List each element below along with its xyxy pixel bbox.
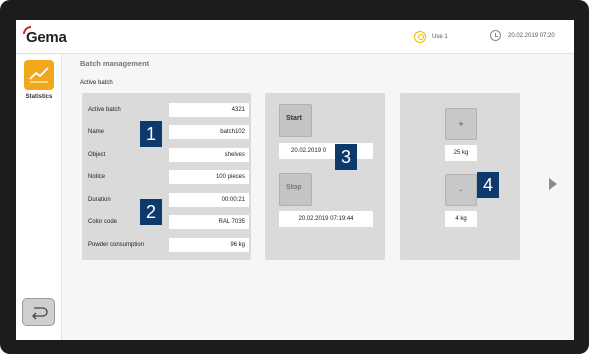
increase-button[interactable]: + [445,108,477,140]
duration-field: 00:00:21 [169,193,249,207]
logo-text: Gema [26,29,67,46]
user-indicator[interactable]: Use 1 [414,30,448,44]
object-field[interactable]: shelves [169,148,249,162]
row-label: Active batch [88,107,121,113]
back-button[interactable] [22,298,55,326]
quantity-panel: + 25 kg - 4 kg [400,93,520,260]
next-page-arrow-icon[interactable] [549,178,557,190]
callout-marker-2: 2 [140,199,162,225]
user-icon [414,31,426,43]
statistics-chart-icon [29,67,49,83]
stop-time-field: 20.02.2019 07:19:44 [279,211,373,227]
row-label: Object [88,152,106,158]
start-label: Start [286,115,302,122]
statistics-button[interactable] [24,60,54,90]
callout-marker-4: 4 [477,172,499,198]
start-button[interactable]: Start [279,104,312,137]
decrease-button[interactable]: - [445,174,477,206]
section-subtitle: Active batch [80,80,113,86]
user-label: Use 1 [432,34,448,40]
start-time-field: 20.02.2019 0 [279,143,373,159]
batch-row[interactable]: Name batch102 [88,125,249,139]
row-label: Color code [88,219,118,225]
notice-field[interactable]: 100 pieces [169,170,249,184]
upper-value-field: 25 kg [445,145,477,161]
lower-value-field: 4 kg [445,211,477,227]
callout-marker-3: 3 [335,144,357,170]
row-label: Duration [88,197,111,203]
row-label: Powder consumption [88,242,145,248]
gema-logo: Gema [23,26,67,46]
stop-label: Stop [286,184,302,191]
row-label: Name [88,129,105,135]
start-stop-panel: Start 20.02.2019 0 Stop 20.02.2019 07:19… [265,93,385,260]
hmi-screen: Gema Use 1 20.02.2019 07:20 Statistics B… [16,20,574,340]
statistics-label: Statistics [25,94,53,100]
datetime-display: 20.02.2019 07:20 [490,30,555,41]
row-value: 4321 [169,103,249,117]
powder-consumption-field: 96 kg [169,238,249,252]
clock-icon [490,30,501,41]
row-label: Notice [88,174,106,180]
name-field[interactable]: batch102 [169,125,249,139]
stop-button[interactable]: Stop [279,173,312,206]
batch-row: Active batch 4321 [88,103,249,117]
sidebar: Statistics [16,55,62,340]
batch-row[interactable]: Color code RAL 7035 [88,215,249,229]
return-icon [32,307,48,320]
batch-row[interactable]: Notice 100 pieces [88,170,249,184]
batch-info-panel: Active batch 4321 Name batch102 Object s… [82,93,251,260]
color-code-field[interactable]: RAL 7035 [169,215,249,229]
callout-marker-1: 1 [140,121,162,147]
logo-swoosh-icon [23,26,31,34]
datetime-label: 20.02.2019 07:20 [508,32,555,39]
batch-row[interactable]: Object shelves [88,148,249,162]
batch-row: Powder consumption 96 kg [88,238,249,252]
batch-row: Duration 00:00:21 [88,193,249,207]
page-title: Batch management [80,59,150,68]
top-bar: Gema Use 1 20.02.2019 07:20 [16,20,574,54]
